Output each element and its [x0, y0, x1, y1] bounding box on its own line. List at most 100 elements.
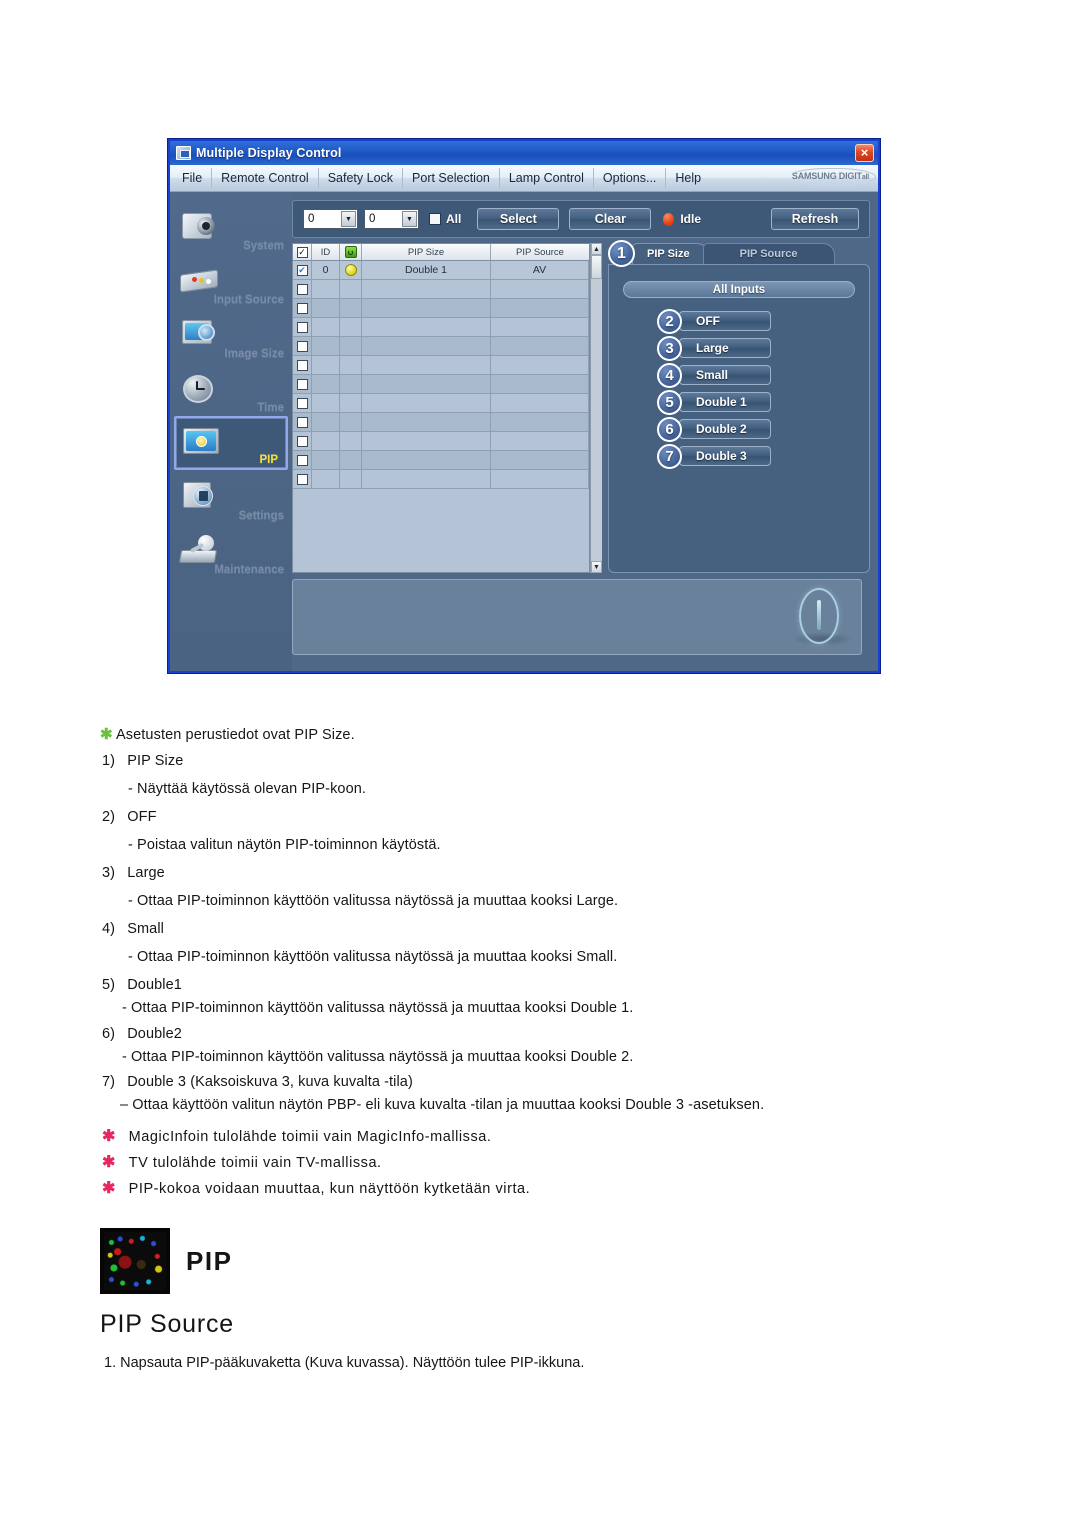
menu-item-lamp-control[interactable]: Lamp Control [500, 168, 594, 188]
sidebar-item-settings[interactable]: Settings [170, 470, 292, 524]
menu-item-remote-control[interactable]: Remote Control [212, 168, 319, 188]
main-panel: 0 ▼ 0 ▼ All Select Clear Idle Refresh ✓ … [292, 192, 878, 671]
row-checkbox-cell[interactable] [293, 299, 312, 317]
row-checkbox-cell[interactable] [293, 337, 312, 355]
sidebar-item-time[interactable]: Time [170, 362, 292, 416]
checkbox-icon[interactable] [429, 213, 441, 225]
scrollbar-thumb[interactable] [591, 255, 602, 279]
table-row[interactable] [293, 432, 589, 451]
table-row[interactable] [293, 451, 589, 470]
checkbox-icon[interactable] [296, 454, 308, 466]
pink-note-3-text: PIP-kokoa voidaan muuttaa, kun näyttöön … [128, 1181, 531, 1197]
sidebar: System Input Source Image Size Time PIP … [170, 192, 292, 671]
close-icon[interactable]: × [855, 144, 874, 162]
menu-item-help[interactable]: Help [666, 168, 710, 188]
row-checkbox-cell[interactable] [293, 356, 312, 374]
table-row[interactable] [293, 356, 589, 375]
checkbox-checked-icon[interactable] [296, 264, 308, 276]
scroll-up-icon[interactable]: ▲ [591, 243, 602, 255]
chevron-down-icon[interactable]: ▼ [402, 211, 417, 227]
clock-icon [178, 370, 222, 408]
row-checkbox-cell[interactable] [293, 261, 312, 279]
checkbox-icon[interactable] [296, 302, 308, 314]
pip-size-double3-button[interactable]: Double 3 [679, 446, 771, 466]
sidebar-item-pip[interactable]: PIP [174, 416, 288, 470]
menubar: File Remote Control Safety Lock Port Sel… [170, 165, 878, 192]
all-checkbox[interactable]: All [429, 212, 461, 226]
table-row[interactable] [293, 318, 589, 337]
table-row[interactable] [293, 280, 589, 299]
checkbox-icon[interactable] [296, 340, 308, 352]
status-led-icon [663, 212, 675, 226]
clear-button[interactable]: Clear [569, 208, 652, 230]
table-row[interactable] [293, 413, 589, 432]
pip-size-double1-button[interactable]: Double 1 [679, 392, 771, 412]
row-power-cell [340, 318, 362, 336]
settings-icon [178, 478, 222, 516]
row-checkbox-cell[interactable] [293, 432, 312, 450]
item-4-number: 4) [102, 921, 116, 937]
checkbox-icon[interactable] [296, 397, 308, 409]
table-row[interactable] [293, 375, 589, 394]
menu-item-safety-lock[interactable]: Safety Lock [319, 168, 404, 188]
item-4-title-row: 4) Small [102, 921, 164, 937]
sidebar-item-input-source[interactable]: Input Source [170, 254, 292, 308]
row-checkbox-cell[interactable] [293, 280, 312, 298]
sidebar-item-label: System [243, 240, 284, 252]
checkbox-checked-icon[interactable]: ✓ [296, 246, 308, 258]
item-1-title: PIP Size [127, 753, 184, 769]
checkbox-icon[interactable] [296, 473, 308, 485]
row-checkbox-cell[interactable] [293, 394, 312, 412]
pink-star-icon: ✱ [102, 1154, 116, 1171]
scrollbar-track[interactable] [591, 279, 602, 561]
sidebar-item-maintenance[interactable]: Maintenance [170, 524, 292, 578]
checkbox-icon[interactable] [296, 435, 308, 447]
pip-size-off-button[interactable]: OFF [679, 311, 771, 331]
table-row[interactable] [293, 299, 589, 318]
row-checkbox-cell[interactable] [293, 470, 312, 488]
row-id [312, 280, 340, 298]
header-power[interactable] [340, 244, 362, 260]
header-select-all[interactable]: ✓ [293, 244, 312, 260]
brand-text-small: all [861, 174, 869, 181]
display-id-start-select[interactable]: 0 ▼ [303, 209, 358, 229]
table-row[interactable] [293, 470, 589, 489]
tab-pip-source[interactable]: PIP Source [702, 243, 835, 264]
checkbox-icon[interactable] [296, 283, 308, 295]
row-checkbox-cell[interactable] [293, 451, 312, 469]
menu-item-file[interactable]: File [170, 168, 213, 188]
row-checkbox-cell[interactable] [293, 413, 312, 431]
row-pip-size [362, 375, 491, 393]
pip-source-heading: PIP Source [100, 1310, 235, 1338]
table-row[interactable]: 0 Double 1 AV [293, 261, 589, 280]
checkbox-icon[interactable] [296, 321, 308, 333]
table-vertical-scrollbar[interactable]: ▲ ▼ [590, 243, 602, 573]
row-checkbox-cell[interactable] [293, 318, 312, 336]
select-button[interactable]: Select [477, 208, 560, 230]
tab-pip-size[interactable]: PIP Size [632, 243, 709, 264]
row-pip-size [362, 356, 491, 374]
row-checkbox-cell[interactable] [293, 375, 312, 393]
display-table-grid: ✓ ID PIP Size PIP Source ✔ 0 Double 1 AV [292, 243, 590, 573]
header-id[interactable]: ID [312, 244, 340, 260]
sidebar-item-image-size[interactable]: Image Size [170, 308, 292, 362]
checkbox-icon[interactable] [296, 378, 308, 390]
chevron-down-icon[interactable]: ▼ [341, 211, 356, 227]
header-pip-size[interactable]: PIP Size [362, 244, 491, 260]
pip-size-small-button[interactable]: Small [679, 365, 771, 385]
pip-size-large-button[interactable]: Large [679, 338, 771, 358]
checkbox-icon[interactable] [296, 416, 308, 428]
item-5-title: Double1 [127, 977, 182, 993]
menu-item-options[interactable]: Options... [594, 168, 667, 188]
menu-item-port-selection[interactable]: Port Selection [403, 168, 500, 188]
header-pip-source[interactable]: PIP Source [491, 244, 589, 260]
option-row-small: 4 Small [657, 363, 855, 388]
display-id-end-select[interactable]: 0 ▼ [364, 209, 419, 229]
scroll-down-icon[interactable]: ▼ [591, 561, 602, 573]
sidebar-item-system[interactable]: System [170, 200, 292, 254]
table-row[interactable] [293, 394, 589, 413]
table-row[interactable] [293, 337, 589, 356]
checkbox-icon[interactable] [296, 359, 308, 371]
pip-size-double2-button[interactable]: Double 2 [679, 419, 771, 439]
refresh-button[interactable]: Refresh [771, 208, 859, 230]
